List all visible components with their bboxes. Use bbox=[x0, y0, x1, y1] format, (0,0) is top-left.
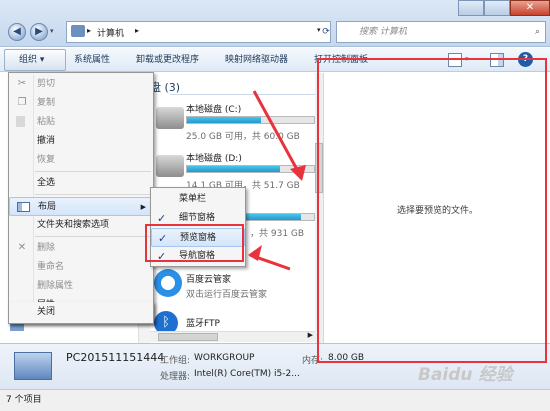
computer-name: PC201511151444 bbox=[66, 351, 165, 364]
menu-item-label: 重命名 bbox=[37, 262, 65, 272]
menu-item-delete[interactable]: ✕ 删除 bbox=[9, 239, 153, 258]
organize-button[interactable]: 组织 ▾ bbox=[4, 49, 66, 71]
cpu-label: 处理器: bbox=[160, 372, 191, 382]
forward-button[interactable]: ▶ bbox=[30, 23, 48, 41]
menu-item-label: 文件夹和搜索选项 bbox=[37, 220, 110, 230]
back-arrow-icon: ◀ bbox=[13, 26, 21, 37]
menu-item-redo[interactable]: 恢复 bbox=[9, 151, 153, 170]
app-baidu-detail: 双击运行百度云管家 bbox=[186, 290, 268, 300]
drive-icon bbox=[156, 155, 184, 177]
layout-icon bbox=[17, 202, 30, 212]
menu-item-label: 粘贴 bbox=[37, 117, 56, 127]
cpu-value: Intel(R) Core(TM) i5-2... bbox=[194, 369, 300, 379]
minimize-button[interactable] bbox=[458, 0, 484, 16]
menu-item-close[interactable]: 关闭 bbox=[9, 303, 153, 322]
app-baidu-name[interactable]: 百度云管家 bbox=[186, 272, 231, 285]
uninstall-program-button[interactable]: 卸载或更改程序 bbox=[136, 48, 199, 72]
menu-item-label: 布局 bbox=[38, 202, 57, 212]
scissors-icon: ✂ bbox=[17, 78, 27, 89]
menu-item-select-all[interactable]: 全选 bbox=[9, 174, 153, 193]
close-button[interactable]: ✕ bbox=[510, 0, 550, 16]
submenu-arrow-icon: ▶ bbox=[140, 203, 146, 211]
workgroup-value: WORKGROUP bbox=[194, 353, 255, 363]
drive-c-name[interactable]: 本地磁盘 (C:) bbox=[186, 102, 241, 115]
menu-item-rename[interactable]: 重命名 bbox=[9, 258, 153, 277]
menu-item-paste[interactable]: 粘贴 bbox=[9, 113, 153, 132]
menu-item-folder-options[interactable]: 文件夹和搜索选项 bbox=[9, 216, 153, 235]
menu-separator bbox=[35, 171, 151, 172]
menu-item-cut[interactable]: ✂ 剪切 bbox=[9, 75, 153, 94]
section-header-drives[interactable]: 盘 (3) bbox=[150, 79, 180, 95]
map-network-drive-button[interactable]: 映射网络驱动器 bbox=[225, 48, 288, 72]
refresh-icon: ⟳ bbox=[322, 27, 330, 37]
breadcrumb-separator-icon: ▸ bbox=[87, 26, 92, 35]
menu-item-label: 关闭 bbox=[37, 307, 56, 317]
breadcrumb-computer[interactable]: 计算机 bbox=[97, 26, 124, 39]
menu-item-remove-properties[interactable]: 删除属性 bbox=[9, 277, 153, 296]
menu-item-label: 删除属性 bbox=[37, 281, 74, 291]
menu-item-layout[interactable]: 布局 ▶ bbox=[9, 197, 153, 216]
scroll-right-icon[interactable]: ▶ bbox=[308, 331, 313, 339]
annotation-arrow-line bbox=[252, 90, 302, 176]
annotation-box-preview-pane bbox=[317, 58, 547, 363]
annotation-arrows bbox=[248, 90, 306, 271]
refresh-button[interactable]: ⟳ bbox=[318, 22, 334, 42]
back-button[interactable]: ◀ bbox=[8, 23, 26, 41]
menu-separator bbox=[35, 236, 151, 237]
baidu-cloud-icon bbox=[154, 269, 182, 297]
search-icon: ⌕ bbox=[534, 27, 540, 37]
horizontal-scrollbar[interactable]: ▶ bbox=[150, 331, 315, 342]
close-icon: ✕ bbox=[525, 2, 535, 13]
search-placeholder: 搜索 计算机 bbox=[359, 27, 407, 37]
menu-item-label: 复制 bbox=[37, 98, 56, 108]
drive-icon bbox=[156, 107, 184, 129]
paste-icon bbox=[16, 116, 25, 127]
recent-pages-dropdown[interactable]: ▾ bbox=[50, 27, 54, 35]
annotation-box-preview-option bbox=[145, 224, 244, 262]
workgroup-label: 工作组: bbox=[160, 356, 191, 366]
organize-menu: ✂ 剪切 ❐ 复制 粘贴 撤消 恢复 全选 布局 ▶ 文件夹和搜索选项 ✕ 删除 重命名… bbox=[8, 72, 154, 324]
menu-item-label: 删除 bbox=[37, 243, 56, 253]
annotation-arrowhead bbox=[290, 165, 306, 181]
menu-item-label: 撤消 bbox=[37, 136, 56, 146]
maximize-button[interactable] bbox=[484, 0, 510, 16]
search-input[interactable]: 搜索 计算机 ⌕ bbox=[336, 21, 546, 43]
drive-d-name[interactable]: 本地磁盘 (D:) bbox=[186, 151, 242, 164]
computer-icon bbox=[14, 352, 52, 380]
submenu-item-menubar[interactable]: 菜单栏 bbox=[151, 190, 245, 209]
breadcrumb-chevron-icon[interactable]: ▸ bbox=[135, 26, 139, 35]
horizontal-scroll-thumb[interactable] bbox=[158, 333, 218, 341]
computer-icon bbox=[71, 25, 85, 37]
menu-item-copy[interactable]: ❐ 复制 bbox=[9, 94, 153, 113]
menu-separator bbox=[35, 194, 151, 195]
menu-item-label: 菜单栏 bbox=[179, 194, 207, 204]
menu-item-label: 全选 bbox=[37, 178, 56, 188]
watermark: Baidu 经验 bbox=[418, 365, 513, 385]
menu-item-label: 剪切 bbox=[37, 79, 56, 89]
address-bar-area: ◀ ▶ ▾ ▸ 计算机 ▸ ▾ ⟳ 搜索 计算机 ⌕ ✕ bbox=[0, 0, 550, 47]
menu-item-label: 细节窗格 bbox=[179, 213, 216, 223]
menu-item-undo[interactable]: 撤消 bbox=[9, 132, 153, 151]
copy-icon: ❐ bbox=[17, 97, 27, 108]
status-bar: 7 个项目 bbox=[0, 389, 550, 411]
item-count: 7 个项目 bbox=[6, 395, 42, 405]
window-controls: ✕ bbox=[458, 0, 550, 16]
organize-menu-bottom: 关闭 bbox=[8, 302, 154, 324]
forward-arrow-icon: ▶ bbox=[35, 26, 43, 37]
delete-icon: ✕ bbox=[17, 242, 27, 253]
system-properties-button[interactable]: 系统属性 bbox=[74, 48, 110, 72]
menu-item-label: 恢复 bbox=[37, 155, 56, 165]
app-bluetooth-name[interactable]: 蓝牙FTP bbox=[186, 316, 220, 329]
address-box[interactable]: ▸ 计算机 ▸ ▾ bbox=[66, 21, 331, 43]
